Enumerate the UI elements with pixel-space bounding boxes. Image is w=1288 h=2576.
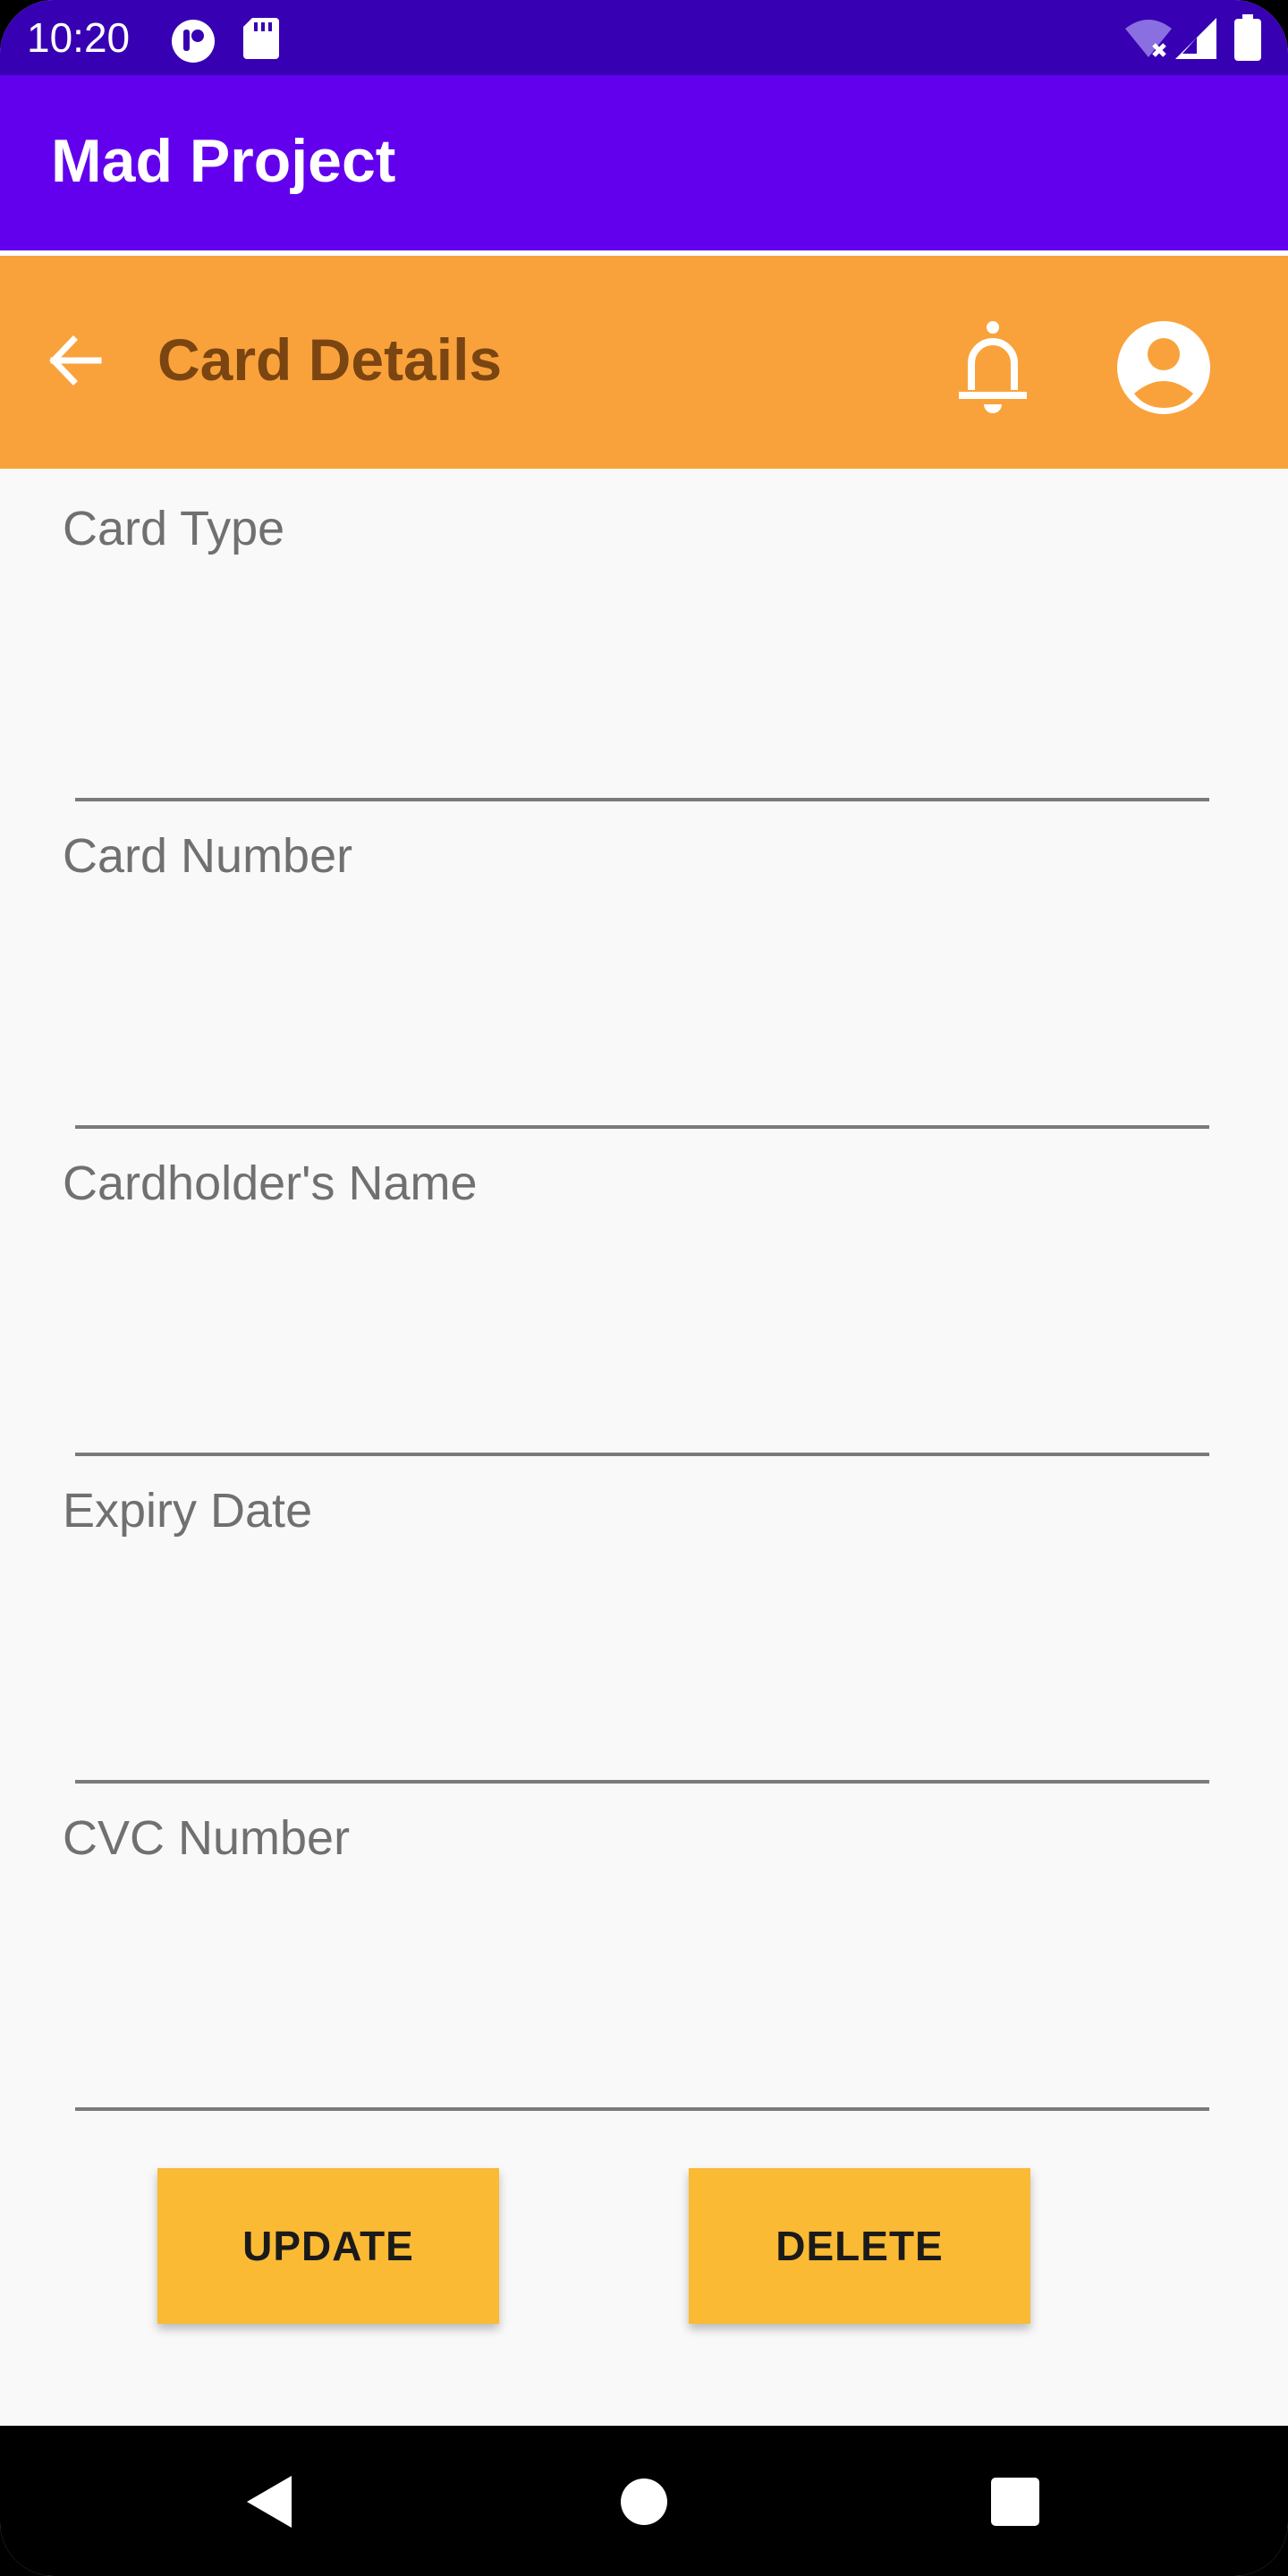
card-type-field: Card Type	[0, 470, 1288, 801]
card-type-input[interactable]	[75, 560, 1213, 767]
status-bar: 10:20	[0, 0, 1288, 75]
app-title: Mad Project	[51, 127, 396, 195]
wifi-off-icon	[1123, 20, 1174, 64]
cardholder-name-label: Cardholder's Name	[63, 1157, 478, 1210]
phone-screen: 10:20 Mad Project Card Details Card Type…	[0, 0, 1288, 2576]
notifications-button[interactable]	[948, 318, 1038, 417]
app-bar: Mad Project	[0, 75, 1288, 250]
cvc-number-input[interactable]	[75, 1869, 1213, 2077]
delete-button[interactable]: DELETE	[689, 2168, 1030, 2324]
expiry-date-label: Expiry Date	[63, 1484, 313, 1538]
system-nav-bar	[0, 2426, 1288, 2576]
recents-square-icon	[991, 2478, 1039, 2526]
card-number-input[interactable]	[75, 887, 1213, 1095]
card-type-label: Card Type	[63, 502, 285, 555]
account-circle-icon	[1117, 321, 1210, 414]
page-title: Card Details	[157, 326, 503, 393]
cvc-number-underline	[75, 2107, 1209, 2111]
card-details-toolbar: Card Details	[0, 256, 1288, 469]
profile-button[interactable]	[1114, 318, 1213, 417]
cvc-number-label: CVC Number	[63, 1811, 351, 1865]
expiry-date-field: Expiry Date	[0, 1453, 1288, 1784]
card-number-field: Card Number	[0, 798, 1288, 1129]
cardholder-name-input[interactable]	[75, 1215, 1213, 1422]
cardholder-name-field: Cardholder's Name	[0, 1125, 1288, 1456]
bell-icon	[959, 321, 1027, 413]
arrow-left-icon	[49, 335, 102, 386]
status-time: 10:20	[27, 14, 131, 61]
app-notification-icon	[170, 18, 216, 69]
sd-card-icon	[243, 18, 279, 64]
home-circle-icon	[621, 2479, 667, 2525]
battery-icon	[1234, 14, 1261, 65]
cvc-number-field: CVC Number	[0, 1780, 1288, 2111]
expiry-date-input[interactable]	[75, 1542, 1213, 1750]
cell-signal-icon	[1175, 18, 1216, 64]
back-button[interactable]	[36, 320, 116, 401]
nav-recents-button[interactable]	[984, 2470, 1046, 2533]
update-button[interactable]: UPDATE	[157, 2168, 499, 2324]
nav-home-button[interactable]	[613, 2470, 675, 2533]
back-triangle-icon	[247, 2476, 292, 2528]
card-number-label: Card Number	[63, 829, 353, 883]
nav-back-button[interactable]	[238, 2470, 301, 2533]
